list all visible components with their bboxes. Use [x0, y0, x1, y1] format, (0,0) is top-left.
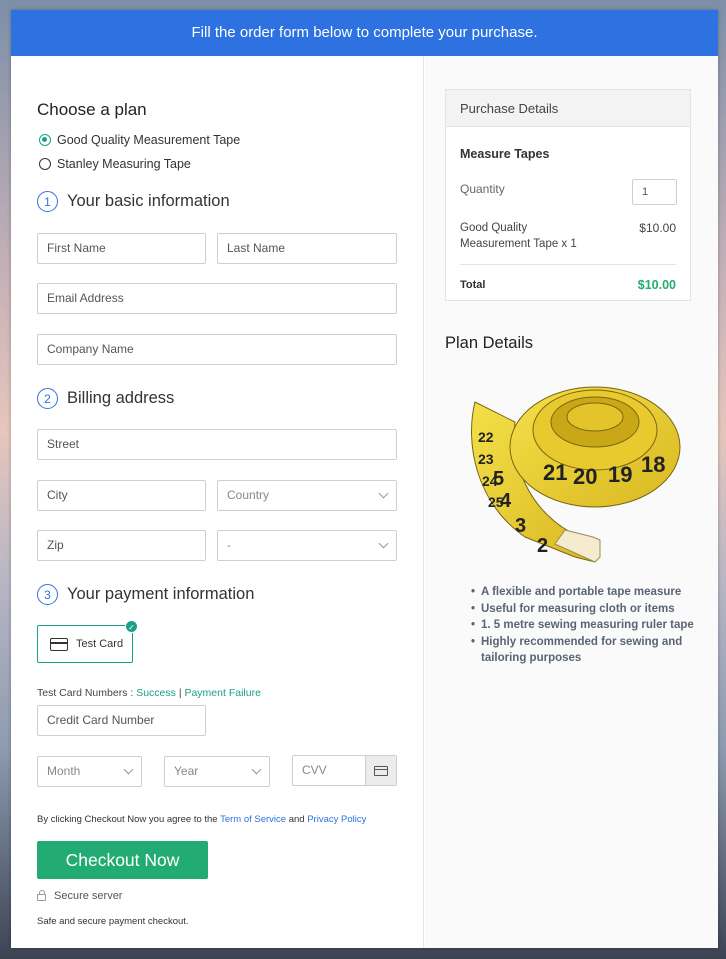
success-link[interactable]: Success	[136, 687, 176, 699]
last-name-input[interactable]: Last Name	[217, 233, 397, 264]
test-card-label: Test Card	[76, 638, 124, 650]
secure-server: Secure server	[37, 890, 122, 902]
lock-icon	[37, 890, 46, 901]
chevron-down-icon	[251, 764, 262, 775]
tape-number: 22	[478, 429, 494, 445]
credit-card-icon	[374, 765, 388, 776]
terms-of-service-link[interactable]: Term of Service	[220, 814, 286, 825]
tape-number: 18	[641, 452, 665, 477]
credit-card-icon	[50, 637, 68, 651]
agreement-and: and	[286, 814, 308, 825]
test-card-option[interactable]: Test Card ✓	[37, 620, 138, 663]
payment-heading: 3 Your payment information	[37, 584, 254, 605]
section-title: Your payment information	[67, 585, 255, 603]
list-item: 1. 5 metre sewing measuring ruler tape	[471, 617, 711, 634]
quantity-input[interactable]: 1	[632, 179, 677, 205]
plan-option-stanley[interactable]: Stanley Measuring Tape	[39, 157, 191, 171]
section-title: Billing address	[67, 389, 175, 407]
basic-info-heading: 1 Your basic information	[37, 191, 230, 212]
credit-card-number-input[interactable]: Credit Card Number	[37, 705, 206, 736]
cvv-card-button[interactable]	[365, 756, 396, 785]
city-input[interactable]: City	[37, 480, 206, 511]
check-circle-icon: ✓	[125, 620, 138, 633]
plan-option-label: Good Quality Measurement Tape	[57, 133, 241, 147]
test-card-numbers: Test Card Numbers : Success | Payment Fa…	[37, 687, 261, 699]
secure-server-label: Secure server	[54, 890, 123, 902]
tape-number: 3	[515, 515, 526, 537]
line-item-name: Good Quality Measurement Tape x 1	[460, 222, 577, 250]
month-select[interactable]: Month	[37, 756, 142, 787]
purchase-details-heading: Purchase Details	[446, 90, 690, 127]
purchase-details-card: Purchase Details Measure Tapes Quantity …	[445, 89, 691, 301]
step-number-3: 3	[37, 584, 58, 605]
billing-heading: 2 Billing address	[37, 388, 174, 409]
quantity-label: Quantity	[460, 182, 505, 196]
privacy-policy-link[interactable]: Privacy Policy	[307, 814, 366, 825]
terms-agreement: By clicking Checkout Now you agree to th…	[37, 814, 366, 825]
tape-number: 21	[543, 460, 567, 485]
total-label: Total	[460, 279, 486, 291]
first-name-input[interactable]: First Name	[37, 233, 206, 264]
choose-plan-heading: Choose a plan	[37, 100, 147, 119]
state-select[interactable]: -	[217, 530, 397, 561]
agreement-text: By clicking Checkout Now you agree to th…	[37, 814, 221, 825]
line-item-price: $10.00	[639, 221, 676, 235]
street-input[interactable]: Street	[37, 429, 397, 460]
list-item: Highly recommended for sewing and tailor…	[471, 634, 711, 667]
radio-selected-icon[interactable]	[39, 134, 51, 146]
list-item: Useful for measuring cloth or items	[471, 601, 711, 618]
tape-number: 23	[478, 451, 494, 467]
state-select-value: -	[227, 538, 231, 552]
tape-number: 5	[493, 468, 504, 490]
top-banner: Fill the order form below to complete yo…	[11, 10, 718, 56]
tape-number: 20	[573, 464, 597, 489]
tape-number: 19	[608, 462, 632, 487]
summary-panel: Purchase Details Measure Tapes Quantity …	[425, 56, 718, 948]
chevron-down-icon	[378, 488, 389, 499]
company-input[interactable]: Company Name	[37, 334, 397, 365]
measuring-tape-image: 18 19 20 21 22 23 24 25 2 3 4 5	[471, 386, 681, 563]
cvv-placeholder: CVV	[302, 763, 327, 777]
payment-failure-link[interactable]: Payment Failure	[184, 687, 260, 699]
plan-option-label: Stanley Measuring Tape	[57, 157, 191, 171]
tape-number: 2	[537, 535, 548, 557]
order-form: Choose a plan Good Quality Measurement T…	[11, 56, 424, 948]
test-card-numbers-label: Test Card Numbers :	[37, 687, 137, 699]
product-name: Measure Tapes	[460, 147, 550, 161]
section-title: Your basic information	[67, 192, 230, 210]
checkout-now-button[interactable]: Checkout Now	[37, 841, 208, 879]
checkout-page: Fill the order form below to complete yo…	[11, 10, 718, 948]
cvv-input[interactable]: CVV	[292, 755, 397, 786]
chevron-down-icon	[123, 764, 134, 775]
country-select[interactable]: Country	[217, 480, 397, 511]
email-input[interactable]: Email Address	[37, 283, 397, 314]
zip-input[interactable]: Zip	[37, 530, 206, 561]
plan-features-list: A flexible and portable tape measure Use…	[471, 584, 711, 667]
step-number-1: 1	[37, 191, 58, 212]
safe-checkout-note: Safe and secure payment checkout.	[37, 916, 189, 927]
country-select-value: Country	[227, 488, 270, 502]
radio-unselected-icon[interactable]	[39, 158, 51, 170]
plan-details-heading: Plan Details	[445, 334, 534, 352]
step-number-2: 2	[37, 388, 58, 409]
chevron-down-icon	[378, 538, 389, 549]
year-select-value: Year	[174, 764, 199, 778]
year-select[interactable]: Year	[164, 756, 270, 787]
month-select-value: Month	[47, 764, 81, 778]
list-item: A flexible and portable tape measure	[471, 584, 711, 601]
plan-option-good-quality[interactable]: Good Quality Measurement Tape	[39, 133, 240, 147]
tape-number: 4	[500, 490, 512, 512]
link-separator: |	[178, 687, 182, 699]
total-value: $10.00	[637, 278, 676, 292]
divider	[460, 264, 676, 265]
